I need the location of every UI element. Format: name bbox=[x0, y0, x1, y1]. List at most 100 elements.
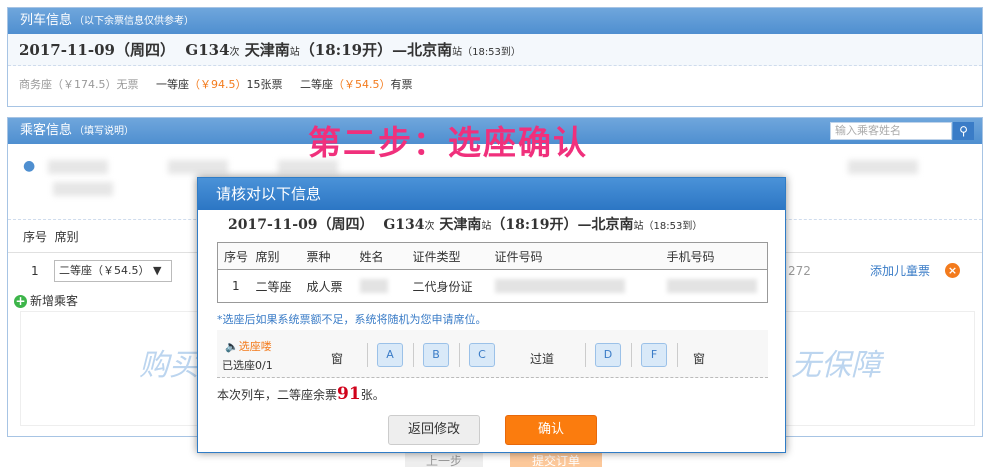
dialog-arrive-time: （18:53到） bbox=[643, 221, 703, 232]
add-passenger-button[interactable]: + 新增乘客 bbox=[14, 292, 78, 309]
add-child-ticket-link[interactable]: 添加儿童票 bbox=[870, 254, 930, 288]
user-icon: ● bbox=[23, 158, 36, 174]
blurred-phone bbox=[666, 279, 757, 294]
blurred-passenger bbox=[168, 160, 228, 174]
col-seat: 席别 bbox=[54, 230, 79, 244]
search-icon[interactable]: ⚲ bbox=[953, 122, 974, 140]
arrive-time: （18:53到） bbox=[462, 47, 521, 58]
seat-select[interactable]: 二等座（￥54.5） ▼ bbox=[54, 260, 172, 282]
from-station: 天津南 bbox=[244, 41, 290, 59]
th-phone: 手机号码 bbox=[666, 242, 768, 270]
dialog-to-suffix: 站 bbox=[633, 221, 644, 232]
dialog-depart-time: （18:19开）— bbox=[491, 217, 592, 233]
td-ticket: 成人票 bbox=[306, 279, 343, 294]
seat-second: 二等座（￥54.5）有票 bbox=[300, 78, 413, 91]
seat-first: 一等座（￥94.5）15张票 bbox=[156, 78, 283, 91]
submit-order-button[interactable]: 提交订单 bbox=[510, 452, 602, 467]
seat-a-button[interactable]: A bbox=[377, 343, 403, 367]
td-idtype: 二代身份证 bbox=[412, 279, 473, 294]
depart-time: （18:19开）— bbox=[299, 41, 408, 59]
blurred-passenger bbox=[53, 182, 113, 196]
th-name: 姓名 bbox=[359, 242, 413, 270]
seat-business: 商务座（￥174.5）无票 bbox=[19, 78, 139, 91]
seat-divider bbox=[367, 343, 368, 367]
seat-divider bbox=[413, 343, 414, 367]
aisle-label: 过道 bbox=[530, 352, 555, 366]
train-date: 2017-11-09（周四） bbox=[19, 41, 175, 59]
seat-select-value: 二等座（￥54.5） bbox=[59, 264, 150, 277]
table-row: 1 二等座 成人票 二代身份证 bbox=[218, 270, 768, 303]
th-no: 序号 bbox=[217, 242, 256, 270]
seat-d-button[interactable]: D bbox=[595, 343, 621, 367]
th-idtype: 证件类型 bbox=[412, 242, 495, 270]
td-seat: 二等座 bbox=[255, 279, 292, 294]
window-right-label: 窗 bbox=[693, 352, 706, 366]
td-no: 1 bbox=[232, 279, 240, 293]
dialog-train-number: G134 bbox=[383, 217, 425, 233]
seat-b-button[interactable]: B bbox=[423, 343, 449, 367]
col-no: 序号 bbox=[23, 230, 48, 244]
close-icon[interactable]: × bbox=[945, 263, 960, 278]
seat-price: （￥54.5） bbox=[333, 78, 391, 91]
th-seat: 席别 bbox=[255, 242, 307, 270]
td-idno bbox=[494, 270, 667, 303]
remain-prefix: 本次列车，二等座余票 bbox=[217, 388, 338, 402]
blurred-passenger bbox=[48, 160, 108, 174]
dialog-from-station: 天津南 bbox=[439, 217, 482, 233]
train-suffix: 次 bbox=[229, 47, 240, 58]
speaker-icon: 🔈 bbox=[225, 340, 239, 353]
seat-c-button[interactable]: C bbox=[469, 343, 495, 367]
seat-price: （￥94.5） bbox=[189, 78, 247, 91]
seat-name: 一等座 bbox=[156, 78, 189, 91]
remaining-tickets: 本次列车，二等座余票91张。 bbox=[217, 384, 385, 404]
passenger-info-subtitle[interactable]: （填写说明） bbox=[74, 126, 134, 137]
blurred-passenger bbox=[848, 160, 918, 174]
confirm-dialog: 请核对以下信息 2017-11-09（周四） G134次 天津南站（18:19开… bbox=[197, 177, 786, 453]
dialog-train-suffix: 次 bbox=[424, 221, 435, 232]
blurred-id bbox=[494, 279, 625, 294]
seat-price: （￥174.5） bbox=[52, 78, 117, 91]
train-summary: 2017-11-09（周四） G134次 天津南站（18:19开）—北京南站（1… bbox=[8, 34, 982, 66]
seat-picker: 🔈选座喽 已选座0/1 窗 A B C 过道 D F 窗 bbox=[217, 330, 768, 378]
plus-icon: + bbox=[14, 294, 27, 308]
prev-step-button[interactable]: 上一步 bbox=[405, 452, 483, 467]
seat-f-button[interactable]: F bbox=[641, 343, 667, 367]
train-info-title: 列车信息 bbox=[20, 13, 73, 28]
step-title: 第二步：选座确认 bbox=[308, 123, 588, 162]
train-info-panel: 列车信息 （以下余票信息仅供参考） 2017-11-09（周四） G134次 天津… bbox=[7, 7, 983, 107]
dialog-date: 2017-11-09（周四） bbox=[228, 217, 374, 233]
add-passenger-label: 新增乘客 bbox=[30, 294, 79, 308]
to-station: 北京南 bbox=[407, 41, 453, 59]
td-phone bbox=[666, 270, 768, 303]
dialog-title: 请核对以下信息 bbox=[198, 178, 785, 210]
train-info-header: 列车信息 （以下余票信息仅供参考） bbox=[8, 8, 982, 34]
train-info-subtitle: （以下余票信息仅供参考） bbox=[74, 16, 195, 27]
seat-divider bbox=[677, 343, 678, 367]
back-edit-button[interactable]: 返回修改 bbox=[388, 415, 480, 445]
seat-divider bbox=[459, 343, 460, 367]
remain-suffix: 张。 bbox=[360, 388, 385, 402]
passenger-search-input[interactable]: 输入乘客姓名 bbox=[830, 122, 952, 140]
th-ticket: 票种 bbox=[306, 242, 360, 270]
passenger-info-title: 乘客信息 bbox=[20, 123, 73, 138]
seat-status: 无票 bbox=[116, 78, 139, 91]
insurance-right-text: 无保障 bbox=[791, 348, 881, 383]
th-idno: 证件号码 bbox=[494, 242, 667, 270]
remain-number: 91 bbox=[337, 384, 361, 404]
seat-status: 15张票 bbox=[246, 78, 283, 91]
chevron-down-icon: ▼ bbox=[153, 264, 162, 277]
row-no: 1 bbox=[31, 264, 39, 278]
confirm-button[interactable]: 确认 bbox=[505, 415, 597, 445]
train-number: G134 bbox=[185, 41, 230, 59]
seat-name: 商务座 bbox=[19, 78, 52, 91]
table-header-row: 序号 席别 票种 姓名 证件类型 证件号码 手机号码 bbox=[217, 242, 768, 270]
seat-status: 有票 bbox=[390, 78, 413, 91]
dialog-train-summary: 2017-11-09（周四） G134次 天津南站（18:19开）—北京南站（1… bbox=[198, 210, 785, 240]
seat-divider bbox=[631, 343, 632, 367]
dialog-from-suffix: 站 bbox=[481, 221, 492, 232]
phone-partial: 272 bbox=[788, 264, 811, 278]
seat-note: *选座后如果系统票额不足，系统将随机为您申请席位。 bbox=[217, 313, 487, 326]
insurance-left-text: 购买 bbox=[139, 348, 199, 383]
td-name bbox=[359, 270, 413, 303]
dialog-to-station: 北京南 bbox=[591, 217, 634, 233]
